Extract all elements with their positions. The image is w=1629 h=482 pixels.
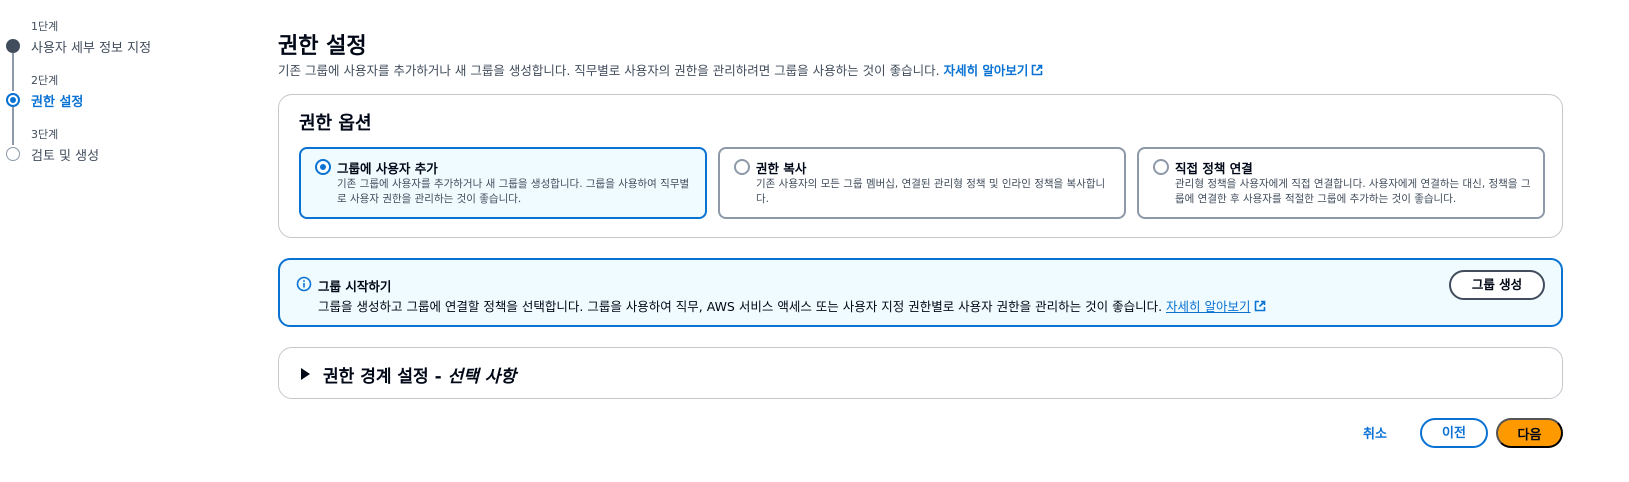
option-description: 관리형 정책을 사용자에게 직접 연결합니다. 사용자에게 연결하는 대신, 정… xyxy=(1175,178,1531,205)
cancel-button[interactable]: 취소 xyxy=(1363,423,1387,442)
permissions-boundary-expander[interactable]: 권한 경계 설정 - 선택 사항 xyxy=(278,347,1563,399)
page-description-text: 기존 그룹에 사용자를 추가하거나 새 그룹을 생성합니다. 직무별로 사용자의… xyxy=(278,63,940,78)
step-number: 3단계 xyxy=(31,128,59,141)
alert-description: 그룹을 생성하고 그룹에 연결할 정책을 선택합니다. 그룹을 사용하여 직무,… xyxy=(318,296,1266,315)
learn-more-link[interactable]: 자세히 알아보기 xyxy=(944,63,1044,78)
previous-button[interactable]: 이전 xyxy=(1420,418,1488,448)
info-icon xyxy=(296,276,312,292)
step-number: 1단계 xyxy=(31,20,59,33)
step-current-icon xyxy=(6,93,20,107)
radio-unchecked-icon[interactable] xyxy=(734,159,750,175)
step-pending-icon xyxy=(6,147,20,161)
step-title: 권한 설정 xyxy=(31,95,84,110)
create-group-button[interactable]: 그룹 생성 xyxy=(1449,270,1545,300)
option-label: 권한 복사 xyxy=(756,161,807,176)
radio-unchecked-icon[interactable] xyxy=(1153,159,1169,175)
option-label: 직접 정책 연결 xyxy=(1175,161,1253,176)
expander-optional-label: 선택 사항 xyxy=(447,367,517,387)
page-description: 기존 그룹에 사용자를 추가하거나 새 그룹을 생성합니다. 직무별로 사용자의… xyxy=(278,60,1043,79)
step-done-icon xyxy=(6,39,20,53)
step-title[interactable]: 사용자 세부 정보 지정 xyxy=(31,37,151,56)
permission-options-card: 권한 옵션 그룹에 사용자 추가 기존 그룹에 사용자를 추가하거나 새 그룹을… xyxy=(278,94,1563,238)
step-connector xyxy=(12,107,14,145)
step-connector xyxy=(12,53,14,91)
option-attach-policies[interactable]: 직접 정책 연결 관리형 정책을 사용자에게 직접 연결합니다. 사용자에게 연… xyxy=(1137,147,1545,219)
step-number: 2단계 xyxy=(31,74,59,87)
step-title: 검토 및 생성 xyxy=(31,149,100,164)
option-add-to-group[interactable]: 그룹에 사용자 추가 기존 그룹에 사용자를 추가하거나 새 그룹을 생성합니다… xyxy=(299,147,707,219)
card-title: 권한 옵션 xyxy=(299,113,372,134)
option-description: 기존 사용자의 모든 그룹 멤버십, 연결된 관리형 정책 및 인라인 정책을 … xyxy=(756,178,1106,205)
radio-checked-icon[interactable] xyxy=(315,159,331,175)
expander-title-text: 권한 경계 설정 - xyxy=(323,367,442,387)
external-link-icon xyxy=(1032,64,1043,76)
alert-description-text: 그룹을 생성하고 그룹에 연결할 정책을 선택합니다. 그룹을 사용하여 직무,… xyxy=(318,299,1163,314)
page-title: 권한 설정 xyxy=(278,34,367,59)
next-button[interactable]: 다음 xyxy=(1496,418,1563,448)
wizard-steps: 1단계 사용자 세부 정보 지정 2단계 권한 설정 3단계 검토 및 생성 xyxy=(0,0,260,482)
option-label: 그룹에 사용자 추가 xyxy=(337,161,438,176)
learn-more-label: 자세히 알아보기 xyxy=(943,63,1029,78)
option-copy-permissions[interactable]: 권한 복사 기존 사용자의 모든 그룹 멤버십, 연결된 관리형 정책 및 인라… xyxy=(718,147,1126,219)
info-alert: 그룹 시작하기 그룹을 생성하고 그룹에 연결할 정책을 선택합니다. 그룹을 … xyxy=(278,258,1563,327)
alert-title: 그룹 시작하기 xyxy=(318,279,392,294)
caret-right-icon[interactable] xyxy=(301,368,310,380)
option-description: 기존 그룹에 사용자를 추가하거나 새 그룹을 생성합니다. 그룹을 사용하여 … xyxy=(337,178,690,205)
external-link-icon xyxy=(1254,300,1265,312)
alert-learn-more-link[interactable]: 자세히 알아보기 xyxy=(1166,299,1265,314)
expander-title: 권한 경계 설정 - 선택 사항 xyxy=(323,362,516,387)
alert-learn-more-label: 자세히 알아보기 xyxy=(1166,299,1251,314)
